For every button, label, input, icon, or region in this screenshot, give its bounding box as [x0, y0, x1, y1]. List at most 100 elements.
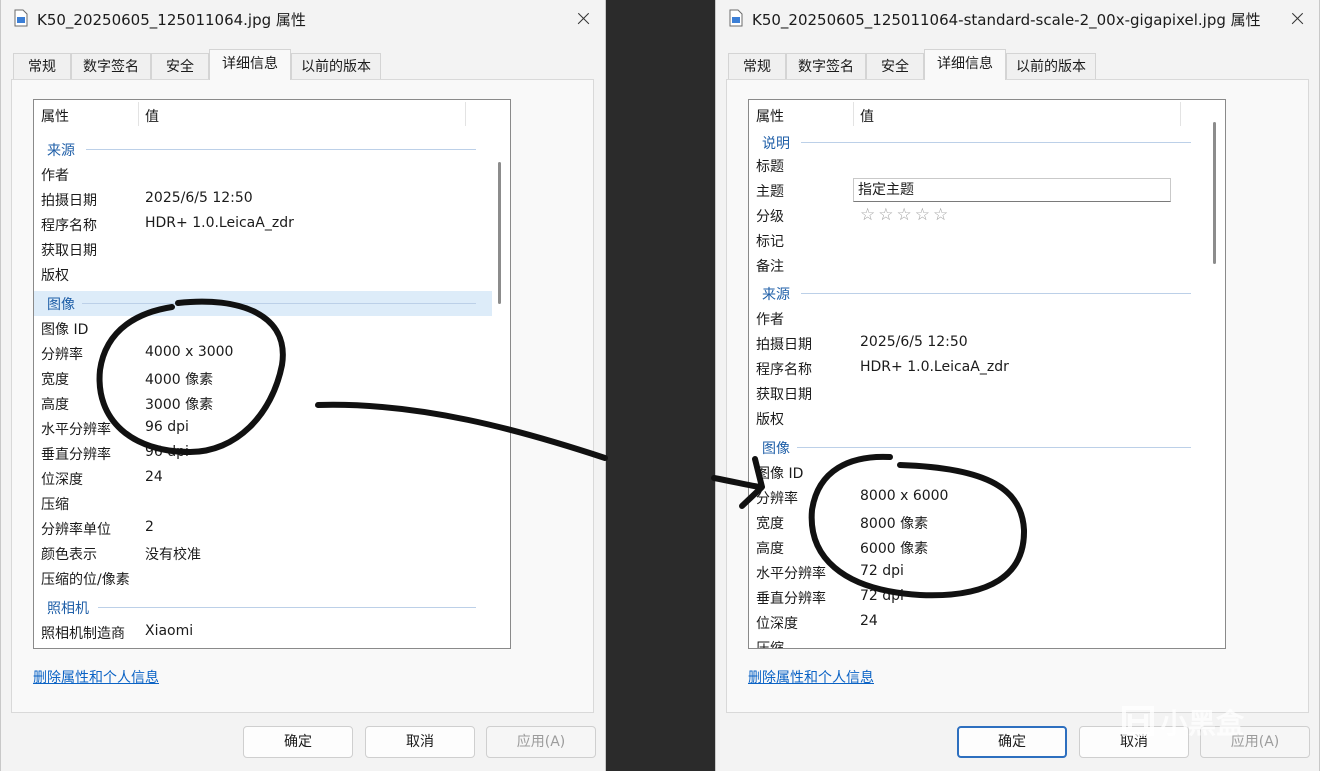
title-bar: K50_20250605_125011064-standard-scale-2_… — [716, 0, 1319, 38]
close-button[interactable] — [1275, 0, 1319, 38]
list-item[interactable]: 垂直分辨率 72 dpi — [749, 585, 1207, 610]
property-value: 72 dpi — [860, 588, 904, 604]
list-item[interactable]: 分级 ☆☆☆☆☆ — [749, 203, 1207, 228]
list-item[interactable]: 作者 — [749, 306, 1207, 331]
properties-dialog-right: K50_20250605_125011064-standard-scale-2_… — [715, 0, 1320, 771]
tab-details[interactable]: 详细信息 — [209, 49, 291, 80]
list-item[interactable]: 分辨率 8000 x 6000 — [749, 485, 1207, 510]
column-divider[interactable] — [853, 102, 854, 126]
list-item[interactable]: 颜色表示 没有校准 — [34, 541, 492, 566]
details-list[interactable]: 属性 值 说明 标题 主题 指定主题 分级 ☆☆☆☆☆ 标记 备注 来源 作者 拍摄… — [748, 99, 1226, 649]
property-value: 2025/6/5 12:50 — [860, 334, 968, 350]
property-value: 3000 像素 — [145, 397, 214, 413]
list-item[interactable]: 宽度 8000 像素 — [749, 510, 1207, 535]
property-name: 图像 ID — [41, 322, 89, 338]
property-name: 分辨率单位 — [41, 522, 111, 538]
property-name: 图像 ID — [756, 466, 804, 482]
column-header-property[interactable]: 属性 — [41, 106, 69, 126]
group-header-camera[interactable]: 照相机 — [34, 595, 492, 620]
tab-general[interactable]: 常规 — [13, 53, 71, 79]
property-value: 6000 像素 — [860, 541, 929, 557]
column-header-value[interactable]: 值 — [145, 106, 159, 126]
group-label: 说明 — [762, 136, 790, 152]
ok-button[interactable]: 确定 — [243, 726, 353, 758]
group-header-source[interactable]: 来源 — [34, 137, 492, 162]
group-label: 来源 — [762, 287, 790, 303]
apply-button[interactable]: 应用(A) — [486, 726, 596, 758]
property-name: 高度 — [41, 397, 69, 413]
list-item[interactable]: 宽度 4000 像素 — [34, 366, 492, 391]
cancel-button[interactable]: 取消 — [365, 726, 475, 758]
list-item[interactable]: 照相机制造商 Xiaomi — [34, 620, 492, 645]
group-divider — [801, 293, 1191, 294]
list-item[interactable]: 图像 ID — [34, 316, 492, 341]
list-item[interactable]: 位深度 24 — [34, 466, 492, 491]
property-name: 压缩的位/像素 — [41, 572, 130, 588]
column-header-property[interactable]: 属性 — [756, 106, 784, 126]
list-rows: 来源 作者 拍摄日期 2025/6/5 12:50 程序名称 HDR+ 1.0.Le… — [34, 130, 492, 648]
list-item[interactable]: 备注 — [749, 253, 1207, 278]
property-value: 2 — [145, 519, 154, 535]
list-item[interactable]: 标题 — [749, 153, 1207, 178]
list-item[interactable]: 作者 — [34, 162, 492, 187]
list-item[interactable]: 高度 3000 像素 — [34, 391, 492, 416]
group-header-image[interactable]: 图像 — [749, 435, 1207, 460]
column-header-value[interactable]: 值 — [860, 106, 874, 126]
list-item[interactable]: 分辨率 4000 x 3000 — [34, 341, 492, 366]
column-divider[interactable] — [465, 102, 466, 126]
property-name: 拍摄日期 — [756, 337, 812, 353]
list-item[interactable]: 位深度 24 — [749, 610, 1207, 635]
list-item[interactable]: 水平分辨率 72 dpi — [749, 560, 1207, 585]
vertical-scrollbar[interactable] — [1213, 122, 1216, 264]
column-divider[interactable] — [138, 102, 139, 126]
property-value: 8000 x 6000 — [860, 488, 949, 504]
tab-digital-signatures[interactable]: 数字签名 — [786, 53, 866, 79]
tab-previous-versions[interactable]: 以前的版本 — [291, 53, 381, 79]
group-header-source[interactable]: 来源 — [749, 281, 1207, 306]
vertical-scrollbar[interactable] — [498, 162, 501, 304]
property-name: 宽度 — [756, 516, 784, 532]
tab-previous-versions[interactable]: 以前的版本 — [1006, 53, 1096, 79]
list-item[interactable]: 获取日期 — [34, 237, 492, 262]
tab-security[interactable]: 安全 — [866, 53, 924, 79]
property-name: 分辨率 — [41, 347, 83, 363]
list-item[interactable]: 拍摄日期 2025/6/5 12:50 — [34, 187, 492, 212]
tab-digital-signatures[interactable]: 数字签名 — [71, 53, 151, 79]
group-header-description[interactable]: 说明 — [749, 130, 1207, 155]
property-name: 获取日期 — [756, 387, 812, 403]
list-item[interactable]: 版权 — [34, 262, 492, 287]
property-name: 作者 — [41, 168, 69, 184]
close-button[interactable] — [561, 0, 605, 38]
remove-properties-link[interactable]: 删除属性和个人信息 — [748, 667, 874, 687]
details-list[interactable]: 属性 值 来源 作者 拍摄日期 2025/6/5 12:50 程序名称 HDR+ 1… — [33, 99, 511, 649]
subject-field[interactable]: 指定主题 — [853, 178, 1171, 202]
list-item[interactable]: 图像 ID — [749, 460, 1207, 485]
dialog-title: K50_20250605_125011064-standard-scale-2_… — [752, 11, 1261, 29]
list-item[interactable]: 分辨率单位 2 — [34, 516, 492, 541]
watermark-text: 小黑盒 — [1160, 707, 1245, 740]
property-value: 96 dpi — [145, 419, 189, 435]
list-item[interactable]: 压缩 — [749, 635, 1207, 648]
list-item[interactable]: 标记 — [749, 228, 1207, 253]
list-item[interactable]: 获取日期 — [749, 381, 1207, 406]
list-item[interactable]: 高度 6000 像素 — [749, 535, 1207, 560]
property-value: HDR+ 1.0.LeicaA_zdr — [145, 215, 294, 231]
list-item[interactable]: 版权 — [749, 406, 1207, 431]
tab-general[interactable]: 常规 — [728, 53, 786, 79]
list-item[interactable]: 程序名称 HDR+ 1.0.LeicaA_zdr — [34, 212, 492, 237]
list-item[interactable]: 主题 指定主题 — [749, 178, 1207, 203]
tab-security[interactable]: 安全 — [151, 53, 209, 79]
group-divider — [82, 303, 476, 304]
list-item[interactable]: 压缩的位/像素 — [34, 566, 492, 591]
star-outline-icon[interactable]: ☆☆☆☆☆ — [860, 205, 951, 225]
ok-button[interactable]: 确定 — [957, 726, 1067, 758]
column-divider[interactable] — [1180, 102, 1181, 126]
remove-properties-link[interactable]: 删除属性和个人信息 — [33, 667, 159, 687]
list-item[interactable]: 拍摄日期 2025/6/5 12:50 — [749, 331, 1207, 356]
list-item[interactable]: 压缩 — [34, 491, 492, 516]
list-item[interactable]: 水平分辨率 96 dpi — [34, 416, 492, 441]
tab-details[interactable]: 详细信息 — [924, 49, 1006, 80]
group-header-image[interactable]: 图像 — [34, 291, 492, 316]
list-item[interactable]: 垂直分辨率 96 dpi — [34, 441, 492, 466]
list-item[interactable]: 程序名称 HDR+ 1.0.LeicaA_zdr — [749, 356, 1207, 381]
